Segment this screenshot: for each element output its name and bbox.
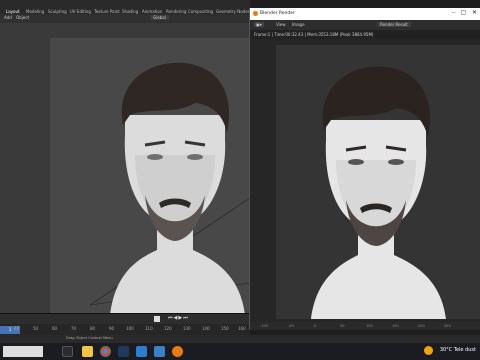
weather-status: 30°C Tele dust bbox=[439, 347, 476, 353]
minimize-icon[interactable]: – bbox=[452, 9, 455, 16]
image-editor-header: ▣▾ View Image Render Result bbox=[250, 20, 480, 30]
ruler-tick: 50 bbox=[340, 324, 345, 328]
ruler-tick: -50 bbox=[288, 324, 294, 328]
close-icon[interactable]: ✕ bbox=[472, 9, 477, 16]
view-menu[interactable]: View bbox=[276, 22, 286, 27]
timeline-tick: 130 bbox=[183, 326, 191, 331]
timeline-tick: 140 bbox=[202, 326, 210, 331]
render-result-image[interactable] bbox=[276, 45, 480, 319]
add-menu[interactable]: Add bbox=[4, 15, 12, 20]
ruler-tick: -100 bbox=[260, 324, 268, 328]
image-menu[interactable]: Image bbox=[292, 22, 305, 27]
ruler-tick: 150 bbox=[392, 324, 399, 328]
render-slot-select[interactable]: Render Result bbox=[377, 22, 411, 27]
timeline-tick: 100 bbox=[126, 326, 134, 331]
render-portrait bbox=[276, 45, 480, 319]
timeline-editor[interactable]: ⏮◀▶⏭ 1 40 50 60 70 80 90 100 110 120 130… bbox=[0, 313, 250, 336]
transform-orientation-select[interactable]: Global bbox=[150, 15, 169, 20]
timeline-tick: 120 bbox=[164, 326, 172, 331]
search-box[interactable] bbox=[3, 346, 43, 357]
ruler-tick: 0 bbox=[314, 324, 317, 328]
object-menu[interactable]: Object bbox=[16, 15, 29, 20]
timeline-tick: 150 bbox=[221, 326, 229, 331]
stop-icon[interactable] bbox=[154, 316, 160, 322]
timeline-tick: 60 bbox=[52, 326, 58, 331]
store-icon[interactable] bbox=[154, 346, 165, 357]
timeline-tick: 40 bbox=[14, 326, 20, 331]
windows-taskbar: 30°C Tele dust bbox=[0, 343, 480, 360]
timeline-tick: 80 bbox=[90, 326, 96, 331]
weather-icon bbox=[424, 346, 433, 355]
blender-icon[interactable] bbox=[172, 346, 183, 357]
render-window[interactable]: Blender Render – ▢ ✕ ▣▾ View Image Rende… bbox=[249, 8, 480, 330]
timeline-tick: 160 bbox=[238, 326, 246, 331]
viewport-header: Add Object Global bbox=[0, 14, 250, 23]
ruler-tick: 250 bbox=[444, 324, 451, 328]
photoshop-icon[interactable] bbox=[118, 346, 129, 357]
bust-model-viewport bbox=[110, 62, 245, 313]
timeline-tick: 70 bbox=[71, 326, 77, 331]
render-window-titlebar[interactable]: Blender Render – ▢ ✕ bbox=[250, 8, 480, 20]
status-bar: Drag Object Context Menu bbox=[0, 335, 480, 343]
render-ruler: -100 -50 0 50 100 150 200 250 bbox=[250, 322, 480, 330]
timeline-tick: 90 bbox=[109, 326, 115, 331]
render-info-bar: Frame:1 | Time:00:32.43 | Mem:3553.18M (… bbox=[250, 30, 480, 39]
render-stats: Frame:1 | Time:00:32.43 | Mem:3553.18M (… bbox=[254, 32, 374, 37]
explorer-icon[interactable] bbox=[82, 346, 93, 357]
playback-buttons-icon[interactable]: ⏮◀▶⏭ bbox=[168, 315, 189, 321]
maximize-icon[interactable]: ▢ bbox=[460, 9, 466, 16]
taskview-icon[interactable] bbox=[62, 346, 73, 357]
blender-logo-icon bbox=[253, 11, 258, 16]
playback-controls: ⏮◀▶⏭ bbox=[0, 314, 250, 324]
mail-icon[interactable] bbox=[136, 346, 147, 357]
ruler-tick: 200 bbox=[418, 324, 425, 328]
timeline-tick: 110 bbox=[145, 326, 153, 331]
timeline-tick: 50 bbox=[33, 326, 39, 331]
ruler-tick: 100 bbox=[366, 324, 373, 328]
chrome-icon[interactable] bbox=[100, 346, 111, 357]
render-window-title: Blender Render bbox=[260, 11, 295, 16]
status-hint: Drag Object Context Menu bbox=[66, 336, 113, 340]
3d-viewport[interactable] bbox=[0, 23, 250, 313]
editor-type-icon[interactable]: ▣▾ bbox=[254, 22, 264, 27]
